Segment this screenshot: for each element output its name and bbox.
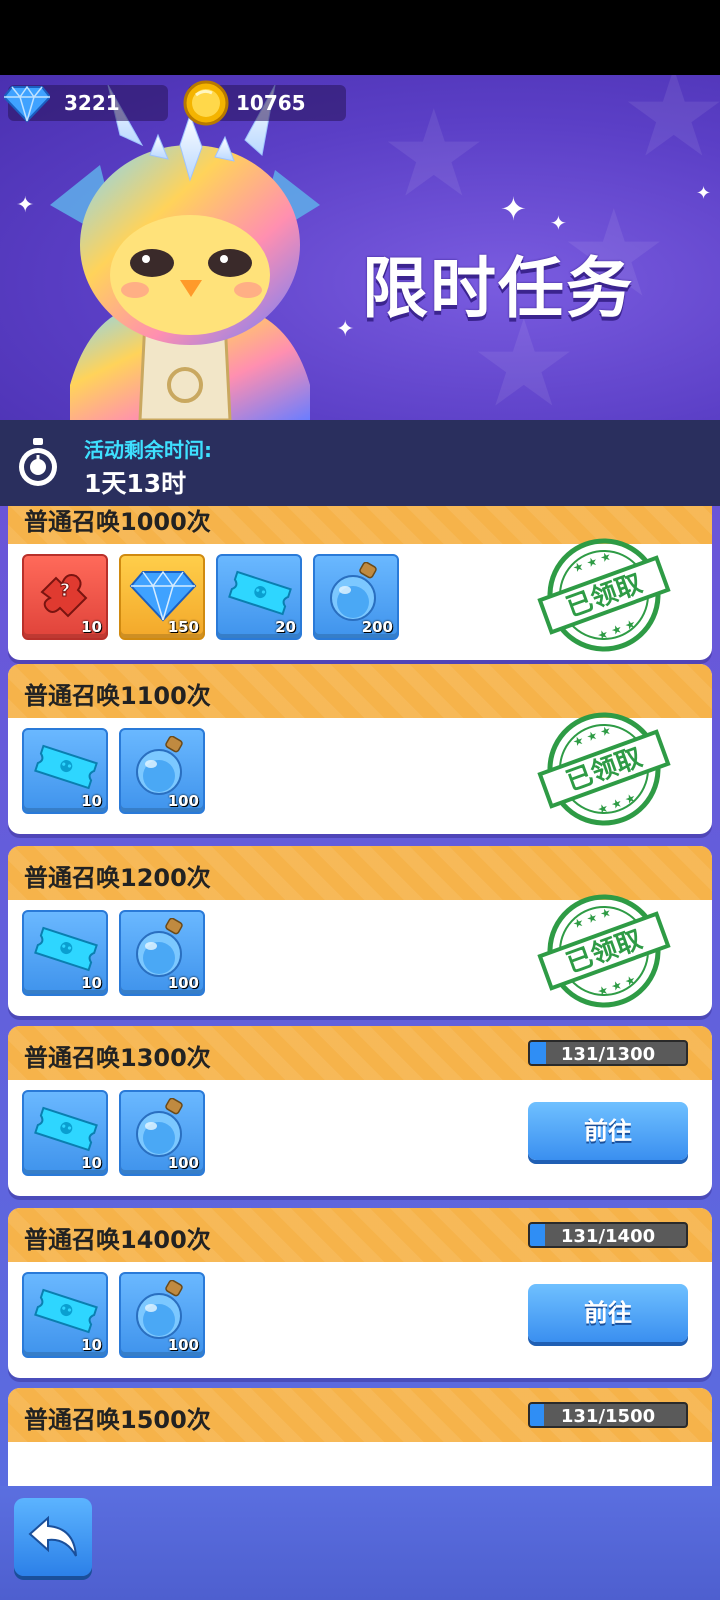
sparkle-icon: ✦ [550, 211, 567, 235]
task-title: 普通召唤1500次 [24, 1406, 211, 1434]
task-progress-text: 131/1500 [560, 1406, 656, 1427]
go-button[interactable]: 前往 [528, 1284, 688, 1342]
coin-balance[interactable]: 10765 [183, 80, 346, 126]
reward-item[interactable]: 100 [119, 910, 205, 996]
bg-star-decor: ★ [380, 85, 488, 224]
task-title: 普通召唤1000次 [24, 508, 211, 536]
task-progress-bar: 131/1400 [528, 1222, 688, 1248]
reward-quantity: 200 [361, 618, 393, 636]
reward-item[interactable]: 150 [119, 554, 205, 640]
task-card: 普通召唤1500次 131/1500 [8, 1388, 712, 1486]
stopwatch-icon [19, 438, 57, 486]
sparkle-icon: ✦ [500, 190, 527, 228]
task-progress-bar: 131/1300 [528, 1040, 688, 1066]
task-card-header: 普通召唤1300次 131/1300 [8, 1026, 712, 1080]
reward-quantity: 10 [81, 792, 102, 810]
mascot-dragon-chick-image [50, 85, 320, 420]
status-bar [0, 0, 720, 75]
gold-coin-icon [183, 80, 229, 126]
task-title: 普通召唤1200次 [24, 864, 211, 892]
task-title: 普通召唤1300次 [24, 1044, 211, 1072]
go-button[interactable]: 前往 [528, 1102, 688, 1160]
reward-quantity: 10 [81, 1336, 102, 1354]
task-title: 普通召唤1400次 [24, 1226, 211, 1254]
claimed-stamp-icon: 已领取 ★ ★ ★ ★ ★ ★ [536, 536, 672, 654]
task-progress-bar: 131/1500 [528, 1402, 688, 1428]
timer-value: 1天13时 [84, 469, 187, 498]
reward-item[interactable]: ? 10 [22, 554, 108, 640]
svg-text:?: ? [60, 580, 70, 601]
reward-item[interactable]: 10 [22, 728, 108, 814]
reward-item[interactable]: 20 [216, 554, 302, 640]
claimed-stamp-icon: 已领取 ★ ★ ★ ★ ★ ★ [536, 892, 672, 1010]
reward-item[interactable]: 10 [22, 1090, 108, 1176]
task-card: 普通召唤1100次 10 100 已领取 ★ ★ ★ ★ ★ ★ [8, 664, 712, 834]
claimed-stamp-icon: 已领取 ★ ★ ★ ★ ★ ★ [536, 710, 672, 828]
reward-quantity: 10 [81, 974, 102, 992]
reward-item[interactable]: 100 [119, 1090, 205, 1176]
reward-item[interactable]: 100 [119, 1272, 205, 1358]
reward-quantity: 150 [167, 618, 199, 636]
event-banner: ★ ★ ★ ★ ✦ ✦ ✦ ✦ ✦ 3221 10765 限时任务 [0, 75, 720, 420]
task-card: 普通召唤1300次 131/1300 10 100 前往 [8, 1026, 712, 1196]
task-card: 普通召唤1400次 131/1400 10 100 前往 [8, 1208, 712, 1378]
coin-count: 10765 [236, 91, 306, 115]
task-progress-text: 131/1400 [560, 1226, 656, 1247]
reward-item[interactable]: 200 [313, 554, 399, 640]
task-progress-text: 131/1300 [560, 1044, 656, 1065]
event-timer-bar: 活动剩余时间: 1天13时 [0, 420, 720, 506]
bottom-bar [0, 1486, 720, 1600]
back-arrow-icon [28, 1515, 77, 1557]
reward-item[interactable]: 10 [22, 1272, 108, 1358]
task-card: 普通召唤1200次 10 100 已领取 ★ ★ ★ ★ ★ ★ [8, 846, 712, 1016]
timer-label: 活动剩余时间: [84, 438, 212, 462]
gem-balance[interactable]: 3221 [4, 85, 168, 123]
diamond-icon [4, 85, 50, 123]
reward-item[interactable]: 100 [119, 728, 205, 814]
reward-quantity: 100 [167, 1336, 199, 1354]
reward-quantity: 10 [81, 618, 102, 636]
bg-star-decor: ★ [620, 75, 720, 184]
task-card-header: 普通召唤1500次 131/1500 [8, 1388, 712, 1442]
page-title: 限时任务 [362, 250, 634, 327]
task-title: 普通召唤1100次 [24, 682, 211, 710]
task-list[interactable]: 普通召唤1000次? 10 150 20 200 已领取 ★ ★ ★ ★ ★ ★ 普通召唤110… [0, 506, 720, 1486]
reward-quantity: 100 [167, 1154, 199, 1172]
reward-item[interactable]: 10 [22, 910, 108, 996]
task-card: 普通召唤1000次? 10 150 20 200 已领取 ★ ★ ★ ★ ★ ★ [8, 506, 712, 660]
sparkle-icon: ✦ [696, 183, 712, 204]
gem-count: 3221 [64, 91, 120, 115]
reward-quantity: 20 [275, 618, 296, 636]
back-button[interactable] [14, 1498, 92, 1576]
reward-quantity: 100 [167, 974, 199, 992]
reward-quantity: 10 [81, 1154, 102, 1172]
task-card-header: 普通召唤1400次 131/1400 [8, 1208, 712, 1262]
reward-quantity: 100 [167, 792, 199, 810]
